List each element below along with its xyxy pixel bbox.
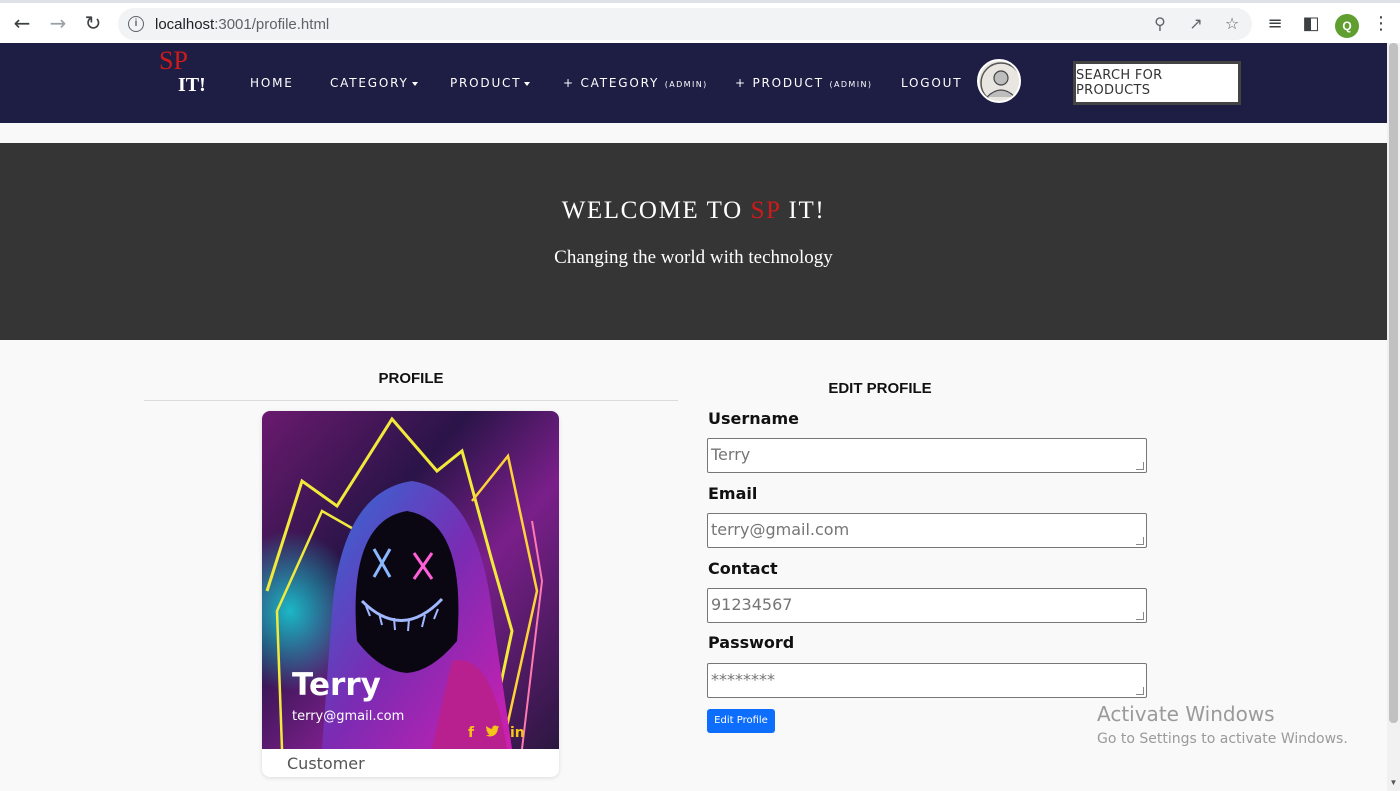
vertical-scrollbar[interactable]: ▲ ▼ [1387, 43, 1400, 791]
twitter-icon[interactable] [485, 725, 500, 742]
reload-icon[interactable]: ↻ [79, 9, 107, 37]
password-field[interactable]: ******** [707, 663, 1147, 698]
hero-subtitle: Changing the world with technology [554, 247, 833, 268]
email-label: Email [708, 484, 758, 503]
profile-heading: PROFILE [378, 370, 444, 387]
nav-product-dropdown[interactable]: PRODUCT [450, 76, 531, 90]
contact-label: Contact [708, 559, 778, 578]
site-logo[interactable]: SP IT! [159, 46, 206, 97]
username-field[interactable]: Terry [707, 438, 1147, 473]
linkedin-icon[interactable]: in [510, 725, 525, 741]
user-avatar-icon[interactable] [977, 59, 1021, 103]
search-products-button[interactable]: SEARCH FOR PRODUCTS [1073, 61, 1241, 105]
username-label: Username [708, 409, 799, 428]
card-email: terry@gmail.com [292, 709, 405, 724]
share-icon[interactable]: ↗ [1186, 14, 1206, 34]
nav-logout[interactable]: LOGOUT [901, 76, 962, 90]
back-icon[interactable]: ← [8, 9, 36, 37]
contact-field[interactable]: 91234567 [707, 588, 1147, 623]
card-name: Terry [292, 667, 381, 703]
nav-home[interactable]: HOME [250, 76, 294, 90]
resize-grip-icon[interactable] [1136, 537, 1144, 545]
menu-kebab-icon[interactable]: ⋮ [1370, 13, 1392, 35]
browser-toolbar: ← → ↻ i localhost:3001/profile.html ⚲ ↗ … [0, 0, 1400, 43]
bookmark-star-icon[interactable]: ☆ [1222, 14, 1242, 34]
resize-grip-icon[interactable] [1136, 462, 1144, 470]
divider [144, 400, 678, 401]
site-navbar: SP IT! HOME CATEGORY PRODUCT + CATEGORY … [0, 43, 1387, 123]
forward-icon[interactable]: → [44, 9, 72, 37]
resize-grip-icon[interactable] [1136, 612, 1144, 620]
activate-windows-subtitle: Go to Settings to activate Windows. [1097, 731, 1348, 747]
site-info-icon[interactable]: i [128, 16, 144, 32]
url-text[interactable]: localhost:3001/profile.html [155, 16, 329, 33]
resize-grip-icon[interactable] [1136, 687, 1144, 695]
logo-it: IT! [178, 74, 206, 96]
password-label: Password [708, 633, 795, 652]
activate-windows-title: Activate Windows [1097, 702, 1275, 726]
edit-profile-button[interactable]: Edit Profile [707, 709, 775, 733]
logo-sp: SP [159, 46, 188, 75]
scroll-thumb[interactable] [1389, 43, 1398, 723]
nav-add-product[interactable]: + PRODUCT (ADMIN) [735, 76, 872, 90]
hero-banner: WELCOME TO SP IT! Changing the world wit… [0, 143, 1387, 340]
nav-category-dropdown[interactable]: CATEGORY [330, 76, 418, 90]
zoom-icon[interactable]: ⚲ [1150, 14, 1170, 34]
hero-title: WELCOME TO SP IT! [561, 197, 826, 224]
address-bar[interactable]: i localhost:3001/profile.html ⚲ ↗ ☆ [118, 8, 1252, 40]
side-panel-icon[interactable]: ◧ [1300, 13, 1322, 35]
email-field[interactable]: terry@gmail.com [707, 513, 1147, 548]
edit-profile-heading: EDIT PROFILE [828, 380, 932, 397]
chevron-down-icon [524, 81, 531, 86]
page-viewport: SP IT! HOME CATEGORY PRODUCT + CATEGORY … [0, 43, 1387, 791]
scroll-down-icon[interactable]: ▼ [1387, 778, 1400, 787]
card-role: Customer [287, 754, 365, 773]
chevron-down-icon [411, 81, 418, 86]
media-control-icon[interactable]: ≡ [1264, 13, 1286, 35]
profile-card: Terry terry@gmail.com f in Customer [262, 411, 559, 777]
profile-avatar[interactable]: Q [1335, 14, 1359, 38]
nav-add-category[interactable]: + CATEGORY (ADMIN) [563, 76, 708, 90]
facebook-icon[interactable]: f [468, 725, 474, 741]
